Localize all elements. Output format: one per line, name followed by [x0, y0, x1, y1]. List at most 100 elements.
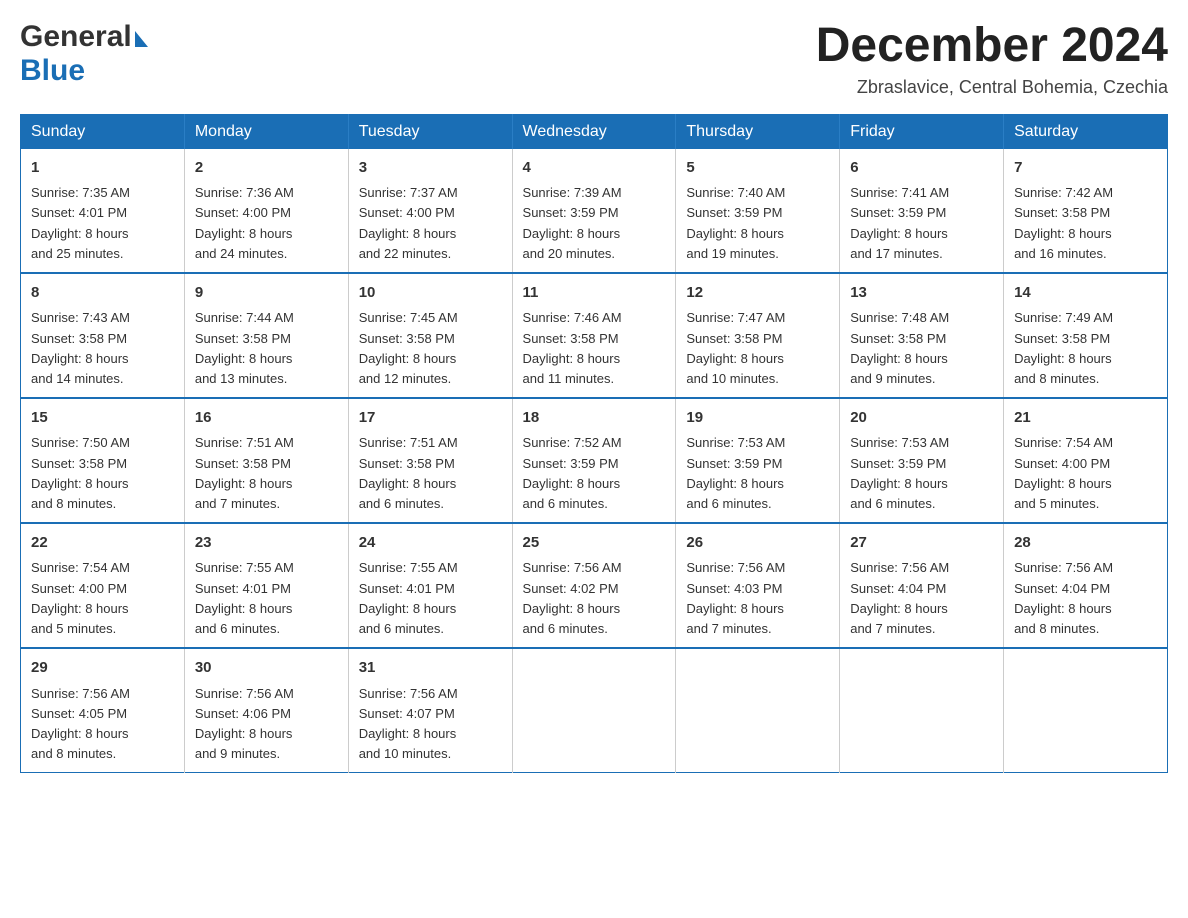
- calendar-week-row: 22 Sunrise: 7:54 AMSunset: 4:00 PMDaylig…: [21, 523, 1168, 648]
- day-info: Sunrise: 7:56 AMSunset: 4:07 PMDaylight:…: [359, 686, 458, 761]
- calendar-day-cell: 7 Sunrise: 7:42 AMSunset: 3:58 PMDayligh…: [1004, 149, 1168, 273]
- day-info: Sunrise: 7:56 AMSunset: 4:04 PMDaylight:…: [1014, 560, 1113, 635]
- calendar-day-cell: 24 Sunrise: 7:55 AMSunset: 4:01 PMDaylig…: [348, 523, 512, 648]
- day-number: 10: [359, 282, 502, 305]
- day-info: Sunrise: 7:36 AMSunset: 4:00 PMDaylight:…: [195, 185, 294, 260]
- day-info: Sunrise: 7:35 AMSunset: 4:01 PMDaylight:…: [31, 185, 130, 260]
- logo-arrow-icon: [135, 31, 148, 47]
- month-title: December 2024: [816, 20, 1168, 73]
- logo-blue-text: Blue: [20, 54, 85, 88]
- day-number: 17: [359, 407, 502, 430]
- calendar-week-row: 29 Sunrise: 7:56 AMSunset: 4:05 PMDaylig…: [21, 648, 1168, 773]
- day-info: Sunrise: 7:56 AMSunset: 4:03 PMDaylight:…: [686, 560, 785, 635]
- calendar-day-cell: 17 Sunrise: 7:51 AMSunset: 3:58 PMDaylig…: [348, 398, 512, 523]
- day-number: 3: [359, 157, 502, 180]
- day-number: 28: [1014, 532, 1157, 555]
- col-wednesday: Wednesday: [512, 114, 676, 149]
- day-info: Sunrise: 7:46 AMSunset: 3:58 PMDaylight:…: [523, 310, 622, 385]
- day-number: 20: [850, 407, 993, 430]
- calendar-day-cell: 6 Sunrise: 7:41 AMSunset: 3:59 PMDayligh…: [840, 149, 1004, 273]
- day-info: Sunrise: 7:56 AMSunset: 4:06 PMDaylight:…: [195, 686, 294, 761]
- calendar-day-cell: 25 Sunrise: 7:56 AMSunset: 4:02 PMDaylig…: [512, 523, 676, 648]
- calendar-day-cell: 11 Sunrise: 7:46 AMSunset: 3:58 PMDaylig…: [512, 273, 676, 398]
- day-info: Sunrise: 7:44 AMSunset: 3:58 PMDaylight:…: [195, 310, 294, 385]
- calendar-day-cell: 3 Sunrise: 7:37 AMSunset: 4:00 PMDayligh…: [348, 149, 512, 273]
- day-number: 19: [686, 407, 829, 430]
- day-info: Sunrise: 7:51 AMSunset: 3:58 PMDaylight:…: [195, 435, 294, 510]
- day-number: 31: [359, 657, 502, 680]
- col-friday: Friday: [840, 114, 1004, 149]
- day-number: 25: [523, 532, 666, 555]
- calendar-day-cell: 28 Sunrise: 7:56 AMSunset: 4:04 PMDaylig…: [1004, 523, 1168, 648]
- day-number: 29: [31, 657, 174, 680]
- calendar-day-cell: 10 Sunrise: 7:45 AMSunset: 3:58 PMDaylig…: [348, 273, 512, 398]
- calendar-day-cell: 8 Sunrise: 7:43 AMSunset: 3:58 PMDayligh…: [21, 273, 185, 398]
- day-number: 8: [31, 282, 174, 305]
- day-number: 5: [686, 157, 829, 180]
- day-number: 13: [850, 282, 993, 305]
- calendar-day-cell: 26 Sunrise: 7:56 AMSunset: 4:03 PMDaylig…: [676, 523, 840, 648]
- day-info: Sunrise: 7:51 AMSunset: 3:58 PMDaylight:…: [359, 435, 458, 510]
- day-number: 22: [31, 532, 174, 555]
- calendar-day-cell: [676, 648, 840, 773]
- col-tuesday: Tuesday: [348, 114, 512, 149]
- calendar-day-cell: [840, 648, 1004, 773]
- day-number: 7: [1014, 157, 1157, 180]
- calendar-day-cell: 20 Sunrise: 7:53 AMSunset: 3:59 PMDaylig…: [840, 398, 1004, 523]
- day-info: Sunrise: 7:54 AMSunset: 4:00 PMDaylight:…: [31, 560, 130, 635]
- day-info: Sunrise: 7:50 AMSunset: 3:58 PMDaylight:…: [31, 435, 130, 510]
- calendar-day-cell: 9 Sunrise: 7:44 AMSunset: 3:58 PMDayligh…: [184, 273, 348, 398]
- day-info: Sunrise: 7:39 AMSunset: 3:59 PMDaylight:…: [523, 185, 622, 260]
- calendar-day-cell: 13 Sunrise: 7:48 AMSunset: 3:58 PMDaylig…: [840, 273, 1004, 398]
- day-info: Sunrise: 7:49 AMSunset: 3:58 PMDaylight:…: [1014, 310, 1113, 385]
- calendar-day-cell: 22 Sunrise: 7:54 AMSunset: 4:00 PMDaylig…: [21, 523, 185, 648]
- calendar-day-cell: 19 Sunrise: 7:53 AMSunset: 3:59 PMDaylig…: [676, 398, 840, 523]
- calendar-week-row: 8 Sunrise: 7:43 AMSunset: 3:58 PMDayligh…: [21, 273, 1168, 398]
- page-header: General Blue December 2024 Zbraslavice, …: [20, 20, 1168, 98]
- calendar-day-cell: 21 Sunrise: 7:54 AMSunset: 4:00 PMDaylig…: [1004, 398, 1168, 523]
- day-info: Sunrise: 7:40 AMSunset: 3:59 PMDaylight:…: [686, 185, 785, 260]
- calendar-table: Sunday Monday Tuesday Wednesday Thursday…: [20, 114, 1168, 773]
- day-number: 4: [523, 157, 666, 180]
- calendar-day-cell: 16 Sunrise: 7:51 AMSunset: 3:58 PMDaylig…: [184, 398, 348, 523]
- day-info: Sunrise: 7:42 AMSunset: 3:58 PMDaylight:…: [1014, 185, 1113, 260]
- day-info: Sunrise: 7:55 AMSunset: 4:01 PMDaylight:…: [359, 560, 458, 635]
- day-number: 11: [523, 282, 666, 305]
- calendar-day-cell: 29 Sunrise: 7:56 AMSunset: 4:05 PMDaylig…: [21, 648, 185, 773]
- calendar-day-cell: 5 Sunrise: 7:40 AMSunset: 3:59 PMDayligh…: [676, 149, 840, 273]
- day-info: Sunrise: 7:37 AMSunset: 4:00 PMDaylight:…: [359, 185, 458, 260]
- calendar-day-cell: 27 Sunrise: 7:56 AMSunset: 4:04 PMDaylig…: [840, 523, 1004, 648]
- day-number: 12: [686, 282, 829, 305]
- calendar-day-cell: 14 Sunrise: 7:49 AMSunset: 3:58 PMDaylig…: [1004, 273, 1168, 398]
- logo: General Blue: [20, 20, 148, 88]
- col-monday: Monday: [184, 114, 348, 149]
- day-number: 2: [195, 157, 338, 180]
- logo-general-text: General: [20, 20, 132, 54]
- day-info: Sunrise: 7:45 AMSunset: 3:58 PMDaylight:…: [359, 310, 458, 385]
- calendar-day-cell: 31 Sunrise: 7:56 AMSunset: 4:07 PMDaylig…: [348, 648, 512, 773]
- day-number: 6: [850, 157, 993, 180]
- day-info: Sunrise: 7:56 AMSunset: 4:02 PMDaylight:…: [523, 560, 622, 635]
- day-info: Sunrise: 7:48 AMSunset: 3:58 PMDaylight:…: [850, 310, 949, 385]
- day-info: Sunrise: 7:56 AMSunset: 4:04 PMDaylight:…: [850, 560, 949, 635]
- day-info: Sunrise: 7:41 AMSunset: 3:59 PMDaylight:…: [850, 185, 949, 260]
- location-text: Zbraslavice, Central Bohemia, Czechia: [816, 77, 1168, 98]
- day-info: Sunrise: 7:56 AMSunset: 4:05 PMDaylight:…: [31, 686, 130, 761]
- calendar-day-cell: 23 Sunrise: 7:55 AMSunset: 4:01 PMDaylig…: [184, 523, 348, 648]
- title-section: December 2024 Zbraslavice, Central Bohem…: [816, 20, 1168, 98]
- day-number: 21: [1014, 407, 1157, 430]
- col-sunday: Sunday: [21, 114, 185, 149]
- calendar-header-row: Sunday Monday Tuesday Wednesday Thursday…: [21, 114, 1168, 149]
- col-saturday: Saturday: [1004, 114, 1168, 149]
- calendar-day-cell: 4 Sunrise: 7:39 AMSunset: 3:59 PMDayligh…: [512, 149, 676, 273]
- calendar-day-cell: 1 Sunrise: 7:35 AMSunset: 4:01 PMDayligh…: [21, 149, 185, 273]
- day-info: Sunrise: 7:54 AMSunset: 4:00 PMDaylight:…: [1014, 435, 1113, 510]
- day-number: 24: [359, 532, 502, 555]
- day-info: Sunrise: 7:53 AMSunset: 3:59 PMDaylight:…: [686, 435, 785, 510]
- day-number: 23: [195, 532, 338, 555]
- day-number: 16: [195, 407, 338, 430]
- day-info: Sunrise: 7:47 AMSunset: 3:58 PMDaylight:…: [686, 310, 785, 385]
- calendar-day-cell: 12 Sunrise: 7:47 AMSunset: 3:58 PMDaylig…: [676, 273, 840, 398]
- day-number: 27: [850, 532, 993, 555]
- calendar-day-cell: 2 Sunrise: 7:36 AMSunset: 4:00 PMDayligh…: [184, 149, 348, 273]
